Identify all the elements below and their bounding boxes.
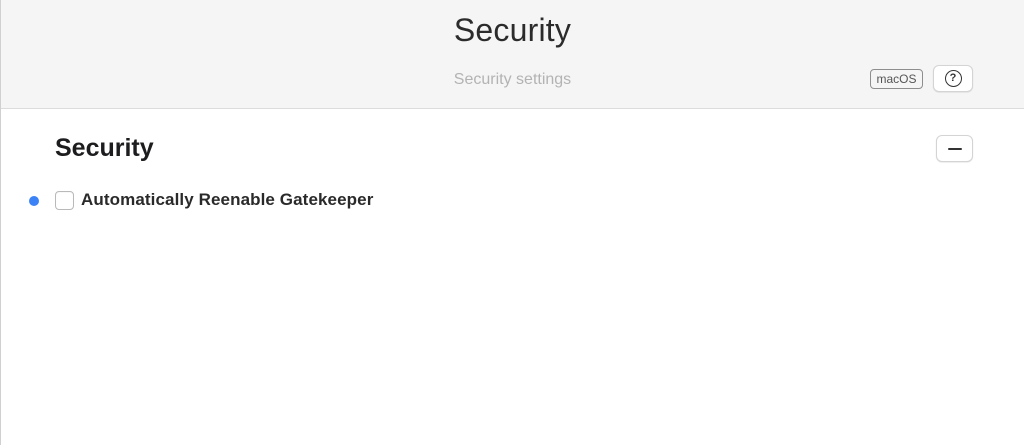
question-circle-icon: ? <box>944 70 962 87</box>
setting-row-reenable-gatekeeper[interactable]: Automatically Reenable Gatekeeper <box>55 190 373 210</box>
section-title: Security <box>55 134 154 162</box>
help-button[interactable]: ? <box>933 65 973 92</box>
setting-label: Automatically Reenable Gatekeeper <box>81 190 374 209</box>
preferences-window: Security Security settings macOS ? Secur… <box>0 0 1024 445</box>
page-header: Security Security settings macOS ? <box>1 0 1024 109</box>
reenable-gatekeeper-checkbox[interactable] <box>55 190 74 210</box>
modified-indicator-dot <box>29 196 39 206</box>
collapse-section-button[interactable] <box>936 135 973 162</box>
minus-icon <box>947 147 962 150</box>
page-title: Security <box>453 12 572 48</box>
platform-badge: macOS <box>870 69 923 89</box>
